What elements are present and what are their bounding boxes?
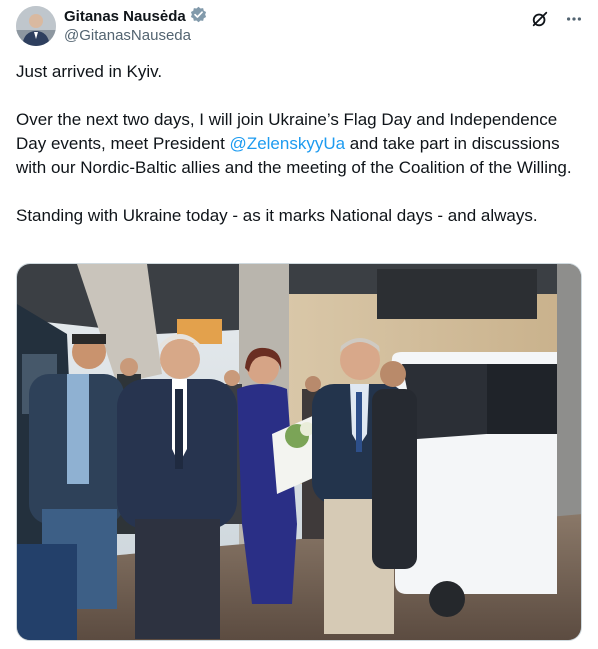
verified-badge-icon [190,6,207,28]
avatar-image [16,6,56,46]
display-name[interactable]: Gitanas Nausėda [64,8,186,25]
grok-icon[interactable] [530,9,550,29]
header-actions [530,9,584,29]
tweet-photo[interactable] [16,263,582,641]
mention-link[interactable]: @ZelenskyyUa [230,134,346,153]
tweet-paragraph-3: Standing with Ukraine today - as it mark… [16,206,538,225]
more-options-icon[interactable] [564,9,584,29]
tweet-line-1: Just arrived in Kyiv. [16,62,163,81]
tweet-paragraph-2: Over the next two days, I will join Ukra… [16,108,582,180]
author-names: Gitanas Nausėda @GitanasNauseda [64,6,207,44]
tweet-header: Gitanas Nausėda @GitanasNauseda [16,6,584,48]
photo-scene [17,264,581,640]
avatar[interactable] [16,6,56,46]
handle[interactable]: @GitanasNauseda [64,27,207,44]
tweet-text: Just arrived in Kyiv. Over the next two … [16,60,582,228]
